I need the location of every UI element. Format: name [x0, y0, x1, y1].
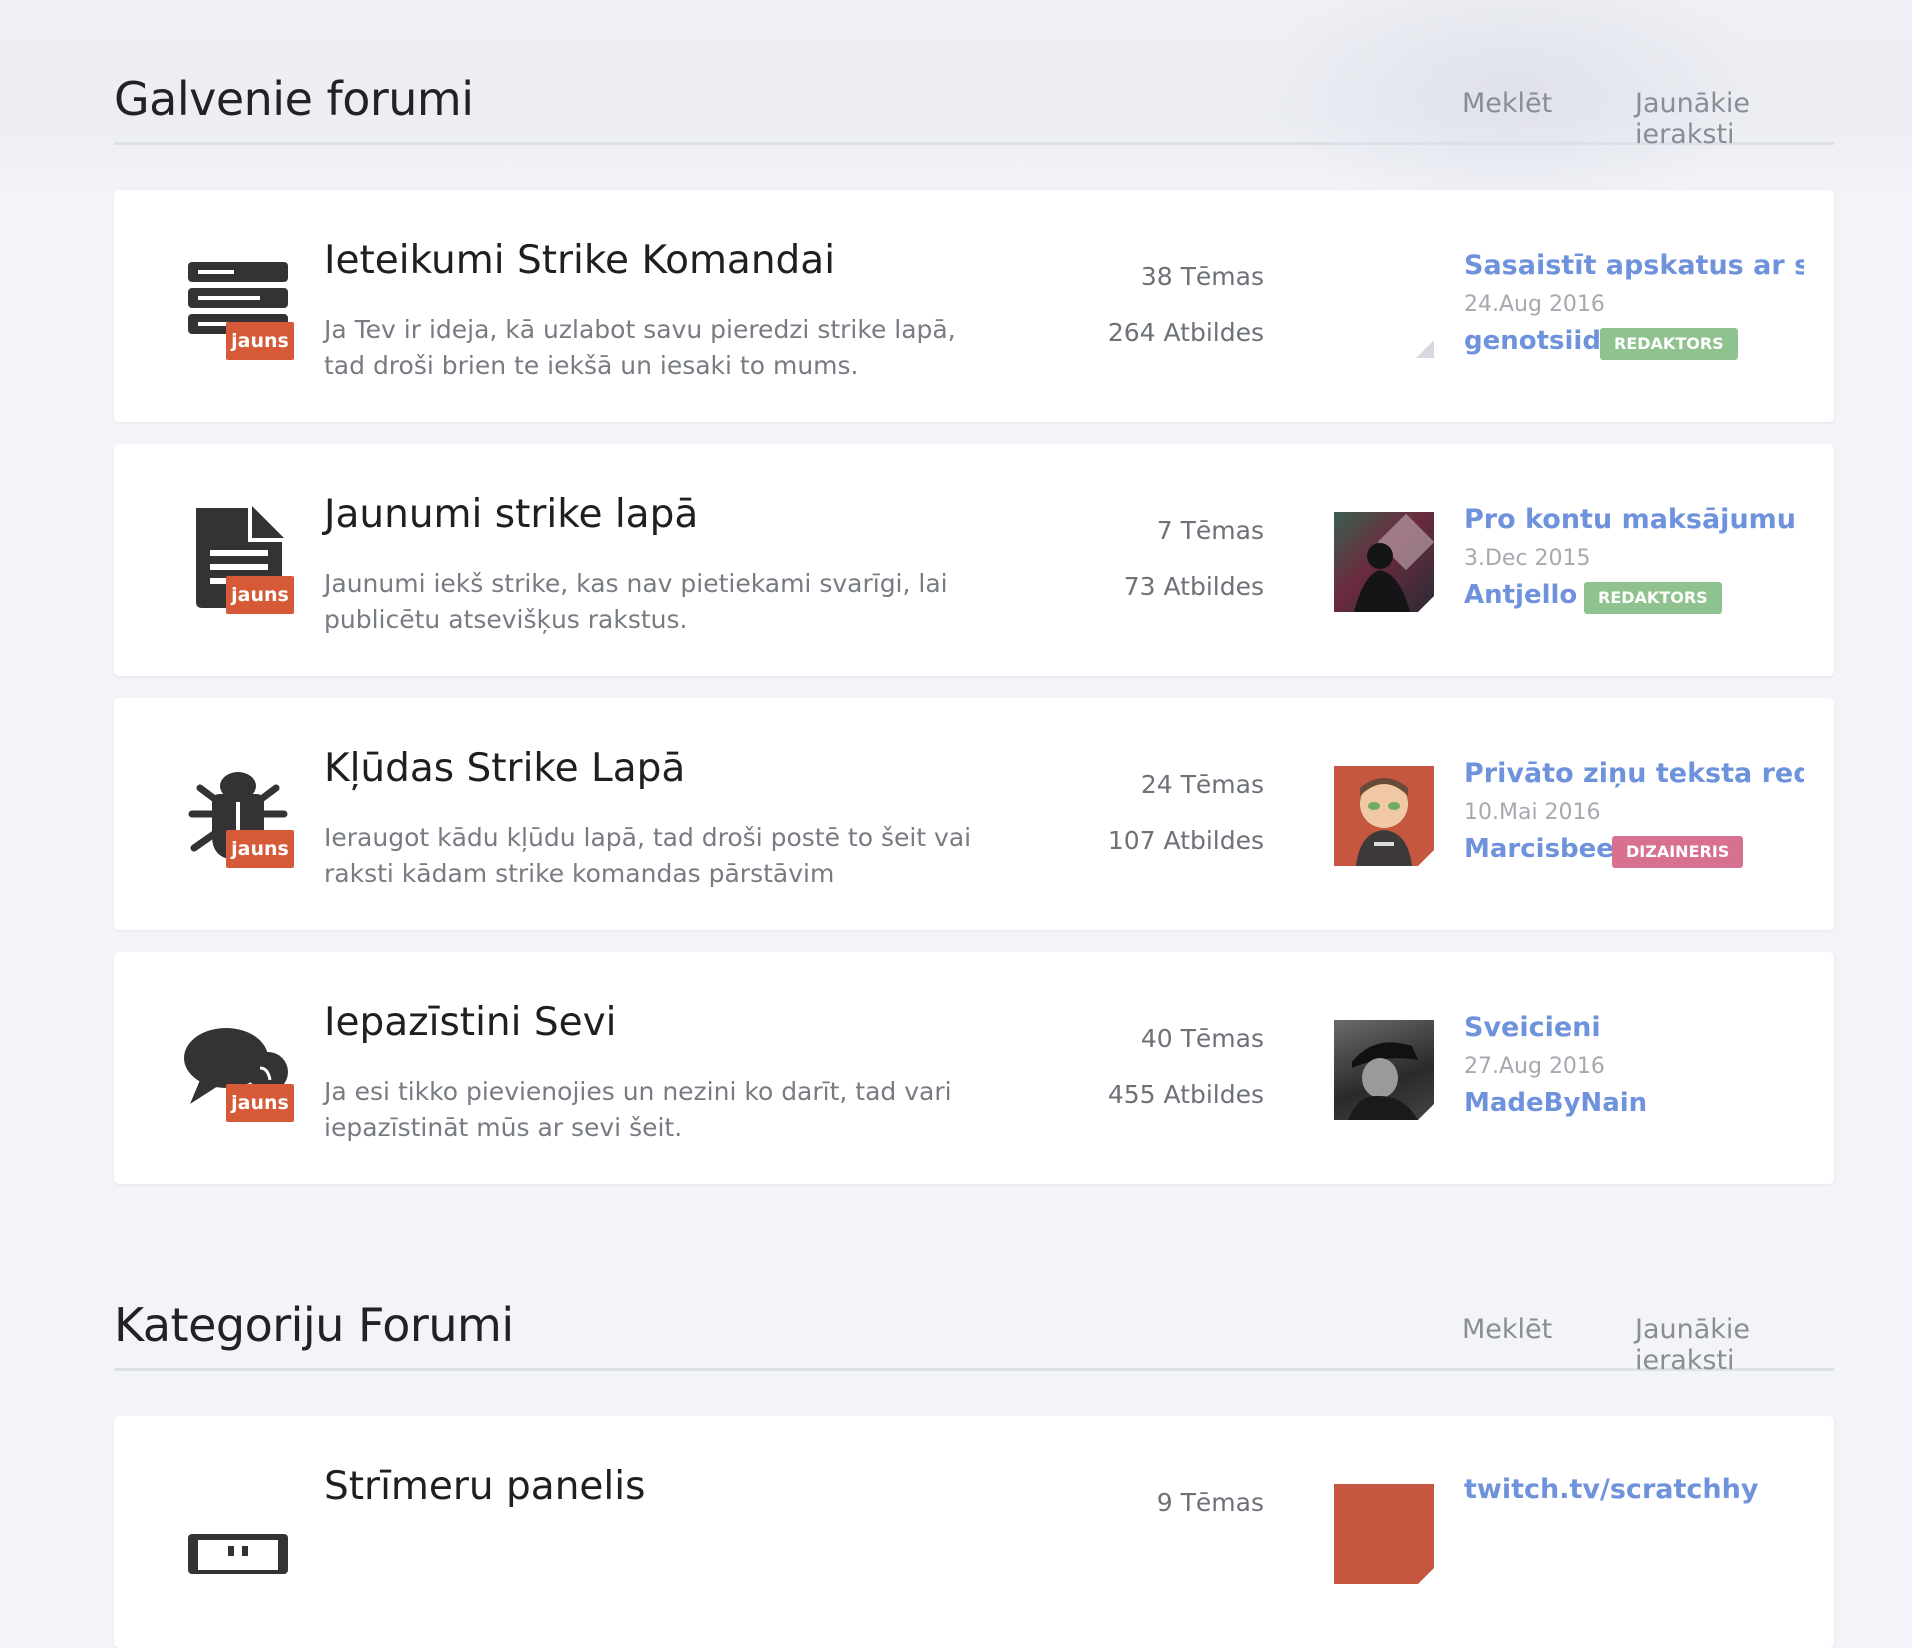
last-post-user[interactable]: Marcisbee	[1464, 834, 1614, 864]
avatar[interactable]	[1334, 1020, 1434, 1120]
last-post-date: 27.Aug 2016	[1464, 1054, 1605, 1079]
forum-title[interactable]: Kļūdas Strike Lapā	[324, 746, 685, 791]
role-badge: REDAKTORS	[1584, 582, 1722, 614]
forum-card[interactable]: Strīmeru panelis 9 Tēmas twitch.tv/scrat…	[114, 1416, 1834, 1648]
section-header-categories: Kategoriju Forumi Meklēt Jaunākie ieraks…	[114, 1298, 1834, 1376]
last-post-date: 10.Mai 2016	[1464, 800, 1601, 825]
avatar[interactable]	[1334, 1484, 1434, 1584]
forum-title[interactable]: Strīmeru panelis	[324, 1464, 645, 1509]
forum-title[interactable]: Jaunumi strike lapā	[324, 492, 698, 537]
replies-count: 107 Atbildes	[1107, 826, 1264, 855]
last-post-title[interactable]: twitch.tv/scratchhy	[1464, 1474, 1804, 1505]
role-badge: REDAKTORS	[1600, 328, 1738, 360]
forum-card[interactable]: jauns Kļūdas Strike Lapā Ieraugot kādu k…	[114, 698, 1834, 930]
forum-description: Ieraugot kādu kļūdu lapā, tad droši post…	[324, 823, 972, 888]
last-post-user[interactable]: MadeByNain	[1464, 1088, 1647, 1118]
latest-posts-link[interactable]: Jaunākie ieraksti	[1635, 1314, 1834, 1376]
last-post-user[interactable]: Antjello	[1464, 580, 1577, 610]
latest-posts-link[interactable]: Jaunākie ieraksti	[1635, 88, 1834, 150]
new-badge: jauns	[226, 830, 294, 868]
section-title: Kategoriju Forumi	[114, 1298, 514, 1352]
last-post-title[interactable]: Privāto ziņu teksta red...	[1464, 758, 1804, 789]
search-link[interactable]: Meklēt	[1462, 88, 1552, 119]
forum-description: Jaunumi iekš strike, kas nav pietiekami …	[324, 569, 948, 634]
role-badge: DIZAINERIS	[1612, 836, 1744, 868]
forum-title[interactable]: Ieteikumi Strike Komandai	[324, 238, 835, 283]
section-title: Galvenie forumi	[114, 72, 474, 126]
avatar[interactable]	[1334, 766, 1434, 866]
forum-description: Ja esi tikko pievienojies un nezini ko d…	[324, 1077, 952, 1142]
forum-card[interactable]: jauns Ieteikumi Strike Komandai Ja Tev i…	[114, 190, 1834, 422]
new-badge: jauns	[226, 576, 294, 614]
replies-count: 455 Atbildes	[1107, 1080, 1264, 1109]
topics-count: 9 Tēmas	[1156, 1488, 1264, 1517]
forum-card[interactable]: jauns Iepazīstini Sevi Ja esi tikko piev…	[114, 952, 1834, 1184]
avatar[interactable]	[1334, 512, 1434, 612]
last-post-date: 24.Aug 2016	[1464, 292, 1605, 317]
last-post-title[interactable]: Sveicieni	[1464, 1012, 1804, 1043]
last-post-user[interactable]: genotsiid	[1464, 326, 1601, 356]
search-link[interactable]: Meklēt	[1462, 1314, 1552, 1345]
replies-count: 73 Atbildes	[1123, 572, 1264, 601]
monitor-icon	[172, 1474, 292, 1584]
last-post-title[interactable]: Sasaistīt apskatus ar s...	[1464, 250, 1804, 281]
forum-card[interactable]: jauns Jaunumi strike lapā Jaunumi iekš s…	[114, 444, 1834, 676]
topics-count: 38 Tēmas	[1140, 262, 1264, 291]
forum-description: Ja Tev ir ideja, kā uzlabot savu pieredz…	[324, 315, 956, 380]
topics-count: 24 Tēmas	[1140, 770, 1264, 799]
topics-count: 40 Tēmas	[1140, 1024, 1264, 1053]
topics-count: 7 Tēmas	[1156, 516, 1264, 545]
last-post-date: 3.Dec 2015	[1464, 546, 1591, 571]
replies-count: 264 Atbildes	[1107, 318, 1264, 347]
section-header-main: Galvenie forumi Meklēt Jaunākie ieraksti	[114, 72, 1834, 150]
new-badge: jauns	[226, 1084, 294, 1122]
avatar-placeholder	[1416, 340, 1434, 358]
last-post-title[interactable]: Pro kontu maksājumu ...	[1464, 504, 1804, 535]
new-badge: jauns	[226, 322, 294, 360]
forum-title[interactable]: Iepazīstini Sevi	[324, 1000, 617, 1045]
